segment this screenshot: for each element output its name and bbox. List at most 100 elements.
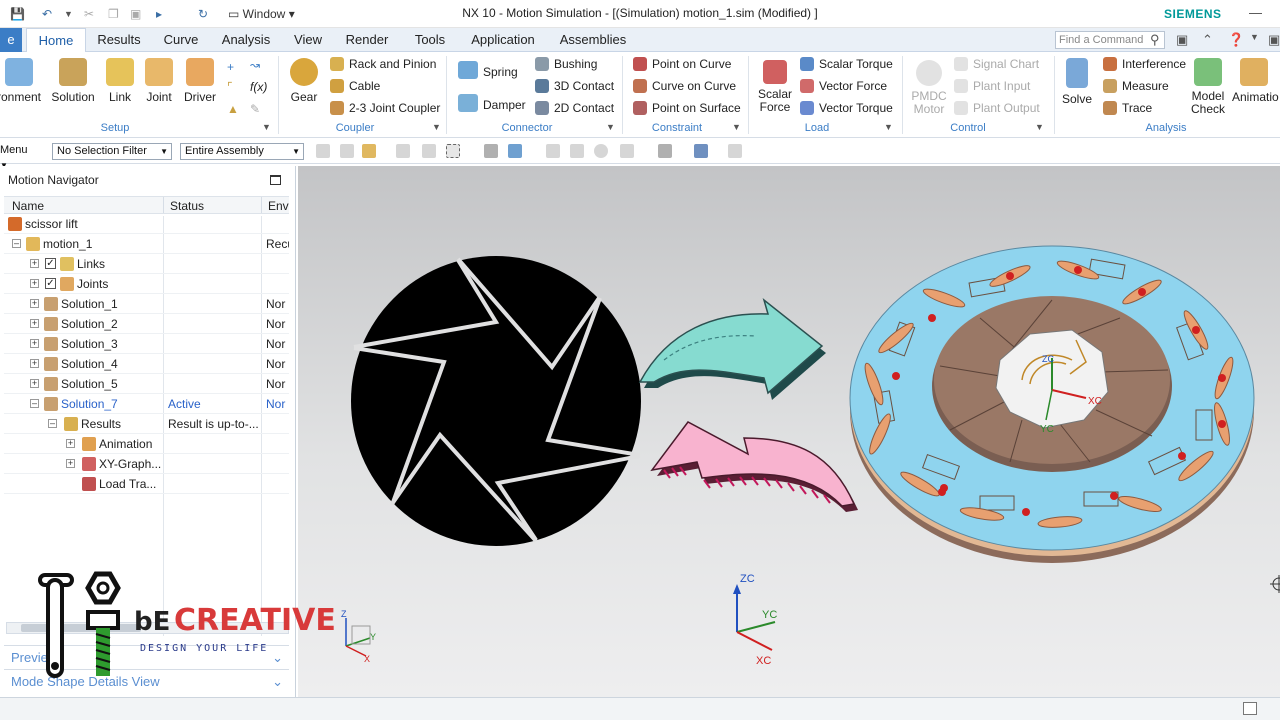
- damper-button[interactable]: Damper: [458, 94, 526, 112]
- 3d-contact-button[interactable]: 3D Contact: [535, 77, 614, 95]
- tab-application[interactable]: Application: [464, 28, 542, 52]
- expand-icon[interactable]: +: [30, 259, 39, 268]
- link-button[interactable]: Link: [104, 58, 136, 104]
- connector-more-icon[interactable]: ▼: [606, 122, 615, 132]
- rack-and-pinion-button[interactable]: Rack and Pinion: [330, 55, 436, 73]
- pmdc-motor-button[interactable]: PMDC Motor: [908, 60, 950, 116]
- table-icon[interactable]: ▲: [227, 100, 239, 118]
- expand-icon[interactable]: +: [30, 339, 39, 348]
- tree-row-motion[interactable]: – motion_1 Recu: [4, 234, 289, 254]
- plant-input-button[interactable]: Plant Input: [954, 77, 1030, 95]
- column-divider[interactable]: [261, 197, 262, 213]
- collapse-ribbon-icon[interactable]: ⌃: [1202, 32, 1213, 48]
- column-name[interactable]: Name: [12, 199, 44, 213]
- expand-icon[interactable]: +: [30, 359, 39, 368]
- tab-tools[interactable]: Tools: [400, 28, 460, 52]
- collapse-icon[interactable]: –: [12, 239, 21, 248]
- tree-row-animation[interactable]: + Animation: [4, 434, 289, 454]
- animation-button[interactable]: Animatio: [1232, 58, 1280, 104]
- tree-row-solution-4[interactable]: + Solution_4 Nor: [4, 354, 289, 374]
- plant-output-button[interactable]: Plant Output: [954, 99, 1040, 117]
- minimize-icon[interactable]: —: [1249, 5, 1262, 20]
- collapse-icon[interactable]: –: [48, 419, 57, 428]
- select-box-icon[interactable]: [446, 144, 460, 158]
- tree-row-solution-7[interactable]: – Solution_7 Active Nor: [4, 394, 289, 414]
- expand-icon[interactable]: +: [30, 299, 39, 308]
- model-check-button[interactable]: Model Check: [1188, 58, 1228, 116]
- tab-render[interactable]: Render: [338, 28, 396, 52]
- collapse-icon[interactable]: –: [30, 399, 39, 408]
- coupler-more-icon[interactable]: ▼: [432, 122, 441, 132]
- mode-shape-panel-header[interactable]: Mode Shape Details View ⌄: [4, 669, 289, 691]
- help-icon[interactable]: ❓: [1228, 32, 1244, 48]
- expand-icon[interactable]: +: [30, 279, 39, 288]
- point-on-surface-button[interactable]: Point on Surface: [633, 99, 741, 117]
- function-icon[interactable]: f(x): [250, 78, 267, 96]
- constraint-more-icon[interactable]: ▼: [732, 122, 741, 132]
- move-icon[interactable]: [396, 144, 410, 158]
- vector-force-button[interactable]: Vector Force: [800, 77, 887, 95]
- search-icon[interactable]: ⚲: [1150, 32, 1160, 48]
- shaded-icon[interactable]: [508, 144, 522, 158]
- trace-button[interactable]: Trace: [1103, 99, 1152, 117]
- filter-icon[interactable]: [316, 144, 330, 158]
- point-on-curve-button[interactable]: Point on Curve: [633, 55, 731, 73]
- tools-icon[interactable]: ✎: [250, 100, 260, 118]
- expand-icon[interactable]: +: [66, 459, 75, 468]
- file-tab[interactable]: e: [0, 28, 22, 52]
- measure-button[interactable]: Measure: [1103, 77, 1169, 95]
- fit-icon[interactable]: [546, 144, 560, 158]
- tree-row-load-transfer[interactable]: Load Tra...: [4, 474, 289, 494]
- driver-button[interactable]: Driver: [182, 58, 218, 104]
- scalar-force-button[interactable]: Scalar Force: [756, 60, 794, 114]
- rotate-view-icon[interactable]: [594, 144, 608, 158]
- help-dropdown-icon[interactable]: ▼: [1250, 32, 1259, 42]
- graphics-viewport[interactable]: [298, 166, 1280, 697]
- bushing-button[interactable]: Bushing: [535, 55, 597, 73]
- setup-more-icon[interactable]: ▼: [262, 122, 271, 132]
- view-box-icon[interactable]: [484, 144, 498, 158]
- cable-button[interactable]: Cable: [330, 77, 380, 95]
- interference-button[interactable]: Interference: [1103, 55, 1186, 73]
- column-divider[interactable]: [163, 197, 164, 213]
- tab-results[interactable]: Results: [90, 28, 148, 52]
- spring-button[interactable]: Spring: [458, 61, 518, 79]
- show-hide-icon[interactable]: [728, 144, 742, 158]
- tree-row-links[interactable]: + ✓ Links: [4, 254, 289, 274]
- scalar-torque-button[interactable]: Scalar Torque: [800, 55, 893, 73]
- selection-filter-select[interactable]: No Selection Filter ▼: [52, 143, 172, 160]
- tab-assemblies[interactable]: Assemblies: [546, 28, 640, 52]
- cube-view-icon[interactable]: [694, 144, 708, 158]
- joint-coupler-button[interactable]: 2-3 Joint Coupler: [330, 99, 440, 117]
- tree-row-solution-1[interactable]: + Solution_1 Nor: [4, 294, 289, 314]
- control-more-icon[interactable]: ▼: [1035, 122, 1044, 132]
- tab-home[interactable]: Home: [26, 28, 86, 53]
- visibility-checkbox[interactable]: ✓: [45, 278, 56, 289]
- column-env[interactable]: Env: [268, 199, 289, 213]
- marker-icon[interactable]: +: [227, 58, 234, 76]
- expand-icon[interactable]: +: [30, 379, 39, 388]
- tree-row-results[interactable]: – Results Result is up-to-...: [4, 414, 289, 434]
- joint-button[interactable]: Joint: [142, 58, 176, 104]
- tab-view[interactable]: View: [282, 28, 334, 52]
- point-snap-icon[interactable]: [362, 144, 376, 158]
- solve-button[interactable]: Solve: [1060, 58, 1094, 106]
- visibility-checkbox[interactable]: ✓: [45, 258, 56, 269]
- snap-icon[interactable]: [340, 144, 354, 158]
- graph-icon[interactable]: ⌜: [227, 78, 233, 96]
- signal-chart-button[interactable]: Signal Chart: [954, 55, 1039, 73]
- close-part-icon[interactable]: ▣: [1268, 32, 1280, 48]
- full-screen-icon[interactable]: [1243, 702, 1257, 715]
- ribbon-options-icon[interactable]: ▣: [1176, 32, 1188, 48]
- tab-analysis[interactable]: Analysis: [214, 28, 278, 52]
- scope-select[interactable]: Entire Assembly ▼: [180, 143, 304, 160]
- preview-panel-header[interactable]: Preview ⌄: [4, 645, 289, 667]
- horizontal-scrollbar[interactable]: [6, 622, 289, 634]
- tab-curve[interactable]: Curve: [152, 28, 210, 52]
- vector-torque-button[interactable]: Vector Torque: [800, 99, 893, 117]
- tree-row-solution-2[interactable]: + Solution_2 Nor: [4, 314, 289, 334]
- load-more-icon[interactable]: ▼: [884, 122, 893, 132]
- command-finder-input[interactable]: Find a Command: [1055, 31, 1165, 49]
- tree-row-joints[interactable]: + ✓ Joints: [4, 274, 289, 294]
- column-status[interactable]: Status: [170, 199, 204, 213]
